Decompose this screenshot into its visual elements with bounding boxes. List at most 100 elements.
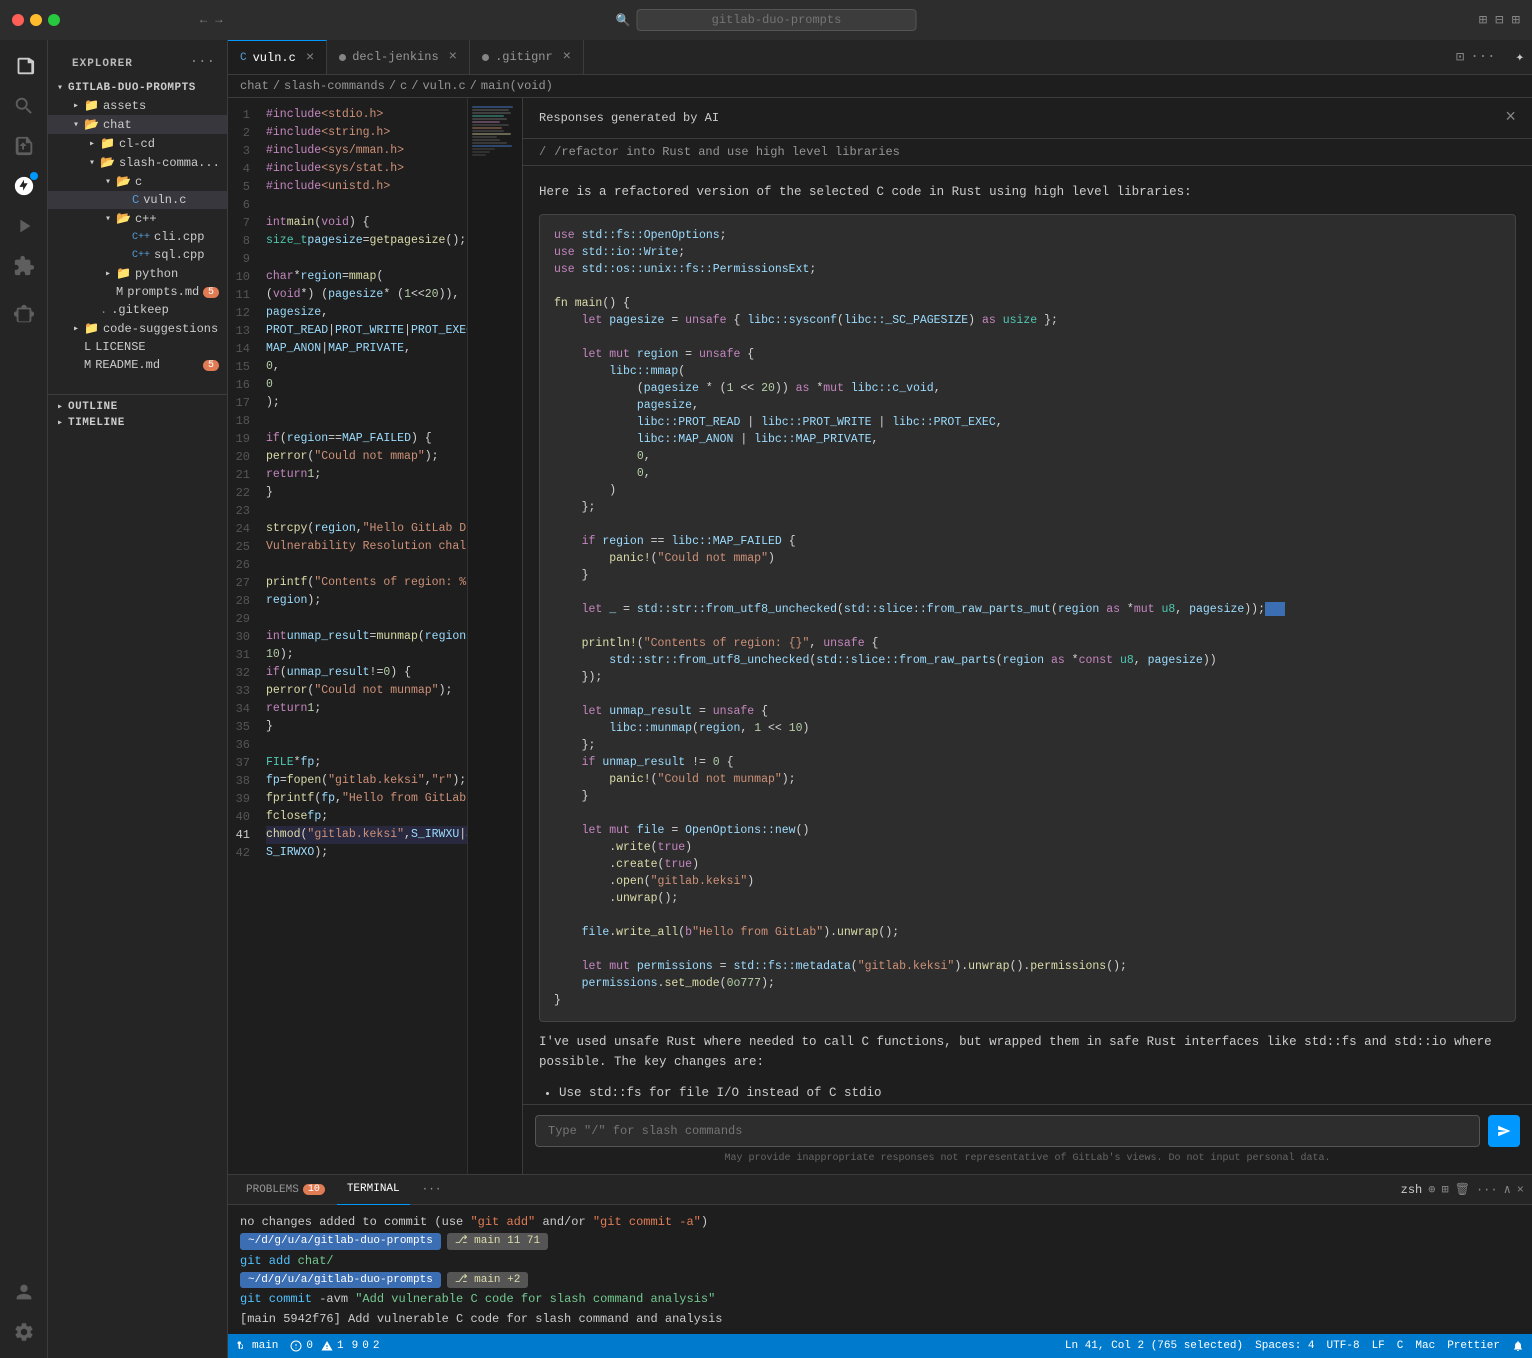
tab-vuln-c[interactable]: C vuln.c × — [228, 40, 327, 75]
sidebar-item-label: c — [135, 175, 142, 189]
sidebar-more-icon[interactable]: ··· — [190, 54, 215, 70]
code-line: 0, — [554, 448, 1501, 465]
tab-problems[interactable]: PROBLEMS 10 — [236, 1175, 335, 1205]
ai-code-block[interactable]: use std::fs::OpenOptions; use std::io::W… — [539, 214, 1516, 1022]
activity-extensions[interactable] — [6, 248, 42, 284]
activity-source-control[interactable] — [6, 128, 42, 164]
folder-open-icon: 📂 — [116, 211, 131, 226]
activity-run[interactable] — [6, 208, 42, 244]
sidebar-item-cpp-folder[interactable]: ▾ 📂 c++ — [48, 209, 227, 228]
activity-explorer[interactable] — [6, 48, 42, 84]
breadcrumb-c[interactable]: c — [400, 79, 407, 93]
code-line: }; — [554, 737, 1501, 754]
status-encoding[interactable]: UTF-8 — [1327, 1340, 1360, 1352]
breadcrumb-main[interactable]: main(void) — [481, 79, 553, 93]
tab-dot — [482, 54, 489, 61]
spaces-text: Spaces: 4 — [1255, 1340, 1314, 1352]
code-line: } — [554, 992, 1501, 1009]
sidebar-item-sql-cpp[interactable]: C++ sql.cpp — [48, 246, 227, 264]
ai-send-button[interactable] — [1488, 1115, 1520, 1147]
minimize-button[interactable] — [30, 14, 42, 26]
breadcrumb-sep: / — [411, 79, 418, 93]
sidebar-item-clcd[interactable]: ▸ 📁 cl-cd — [48, 134, 227, 153]
status-prettier[interactable]: Prettier — [1447, 1340, 1500, 1352]
ai-close-button[interactable]: × — [1505, 108, 1516, 128]
sidebar-item-gitkeep[interactable]: . .gitkeep — [48, 301, 227, 319]
duo-panel-icon[interactable]: ✦ — [1508, 49, 1532, 66]
ai-panel-header: Responses generated by AI × — [523, 98, 1532, 139]
titlebar-right-icons: ⊞ ⊟ ⊞ — [1479, 12, 1520, 29]
ai-command-input[interactable] — [535, 1115, 1480, 1147]
tab-gitignr[interactable]: .gitignr × — [470, 40, 584, 75]
sidebar: EXPLORER ··· ▾ GITLAB-DUO-PROMPTS ▸ 📁 as… — [48, 40, 228, 1358]
status-language[interactable]: C — [1397, 1340, 1404, 1352]
code-pane[interactable]: 12345 678910 1112131415 1617181920 21222… — [228, 98, 523, 1174]
breadcrumb-vuln[interactable]: vuln.c — [422, 79, 465, 93]
activity-search[interactable] — [6, 88, 42, 124]
sidebar-item-c-folder[interactable]: ▾ 📂 c — [48, 172, 227, 191]
sidebar-item-readme[interactable]: M README.md 5 — [48, 356, 227, 374]
panel-icon[interactable]: ⊟ — [1495, 12, 1503, 29]
sidebar-item-cli-cpp[interactable]: C++ cli.cpp — [48, 228, 227, 246]
split-terminal-icon[interactable]: ⊞ — [1441, 1182, 1448, 1197]
status-position[interactable]: Ln 41, Col 2 (765 selected) — [1065, 1340, 1243, 1352]
new-terminal-icon[interactable]: ⊕ — [1428, 1182, 1435, 1197]
timeline-section[interactable]: ▸ TIMELINE — [48, 415, 227, 431]
status-spaces[interactable]: Spaces: 4 — [1255, 1340, 1314, 1352]
activity-account[interactable] — [6, 1274, 42, 1310]
sidebar-item-prompts-md[interactable]: M prompts.md 5 — [48, 283, 227, 301]
sidebar-item-chat[interactable]: ▾ 📂 chat — [48, 115, 227, 134]
chevron-down-icon: ▾ — [100, 213, 116, 225]
tab-close-icon[interactable]: × — [306, 50, 314, 66]
layout-icon[interactable]: ⊞ — [1479, 12, 1487, 29]
status-bell[interactable] — [1512, 1340, 1524, 1352]
status-line-ending[interactable]: LF — [1372, 1340, 1385, 1352]
status-os[interactable]: Mac — [1415, 1340, 1435, 1352]
tree-root[interactable]: ▾ GITLAB-DUO-PROMPTS — [48, 80, 227, 96]
tab-terminal[interactable]: TERMINAL — [337, 1175, 410, 1205]
close-panel-icon[interactable]: × — [1517, 1183, 1524, 1197]
tab-close-icon[interactable]: × — [563, 49, 571, 65]
chevron-right-icon: ▸ — [68, 323, 84, 335]
code-line: fn main() { — [554, 295, 1501, 312]
sidebar-item-label: cl-cd — [119, 137, 155, 151]
folder-icon: 📁 — [116, 266, 131, 281]
outline-section[interactable]: ▸ OUTLINE — [48, 399, 227, 415]
ai-disclaimer: May provide inappropriate responses not … — [535, 1153, 1520, 1164]
ai-input-area: May provide inappropriate responses not … — [523, 1104, 1532, 1174]
sidebar-item-assets[interactable]: ▸ 📁 assets — [48, 96, 227, 115]
folder-icon: 📁 — [84, 98, 99, 113]
activity-robot[interactable] — [6, 296, 42, 332]
search-input[interactable] — [636, 9, 916, 31]
sidebar-item-vuln-c[interactable]: C vuln.c — [48, 191, 227, 209]
chevron-up-icon[interactable]: ∧ — [1504, 1182, 1511, 1197]
editor-toolbar: ⊡ ··· — [1456, 49, 1504, 66]
status-branch[interactable]: main — [236, 1340, 278, 1352]
trash-icon[interactable]: 🗑 — [1455, 1182, 1470, 1197]
close-button[interactable] — [12, 14, 24, 26]
split-editor-icon[interactable]: ⊡ — [1456, 49, 1464, 66]
sidebar-item-python[interactable]: ▸ 📁 python — [48, 264, 227, 283]
activity-git[interactable] — [6, 168, 42, 204]
sidebar-item-license[interactable]: L LICENSE — [48, 338, 227, 356]
sidebar-item-code-suggestions[interactable]: ▸ 📁 code-suggestions — [48, 319, 227, 338]
code-line — [554, 584, 1501, 601]
sidebar-item-slash[interactable]: ▾ 📂 slash-comma... — [48, 153, 227, 172]
nav-forward-icon[interactable]: → — [215, 13, 222, 27]
code-line — [554, 516, 1501, 533]
more-actions-icon[interactable]: ··· — [1470, 49, 1495, 65]
file-md-icon: M — [84, 358, 91, 372]
grid-icon[interactable]: ⊞ — [1512, 12, 1520, 29]
activity-settings[interactable] — [6, 1314, 42, 1350]
chevron-down-icon: ▾ — [52, 82, 68, 94]
nav-back-icon[interactable]: ← — [200, 13, 207, 27]
maximize-button[interactable] — [48, 14, 60, 26]
status-errors[interactable]: 0 1 9 0 2 — [290, 1340, 379, 1352]
breadcrumb-slash[interactable]: slash-commands — [284, 79, 385, 93]
tab-decl-jenkins[interactable]: decl-jenkins × — [327, 40, 470, 75]
tab-close-icon[interactable]: × — [449, 49, 457, 65]
breadcrumb-chat[interactable]: chat — [240, 79, 269, 93]
tab-more[interactable]: ··· — [412, 1175, 452, 1205]
more-terminal-icon[interactable]: ··· — [1476, 1183, 1498, 1197]
git-badge — [30, 172, 38, 180]
